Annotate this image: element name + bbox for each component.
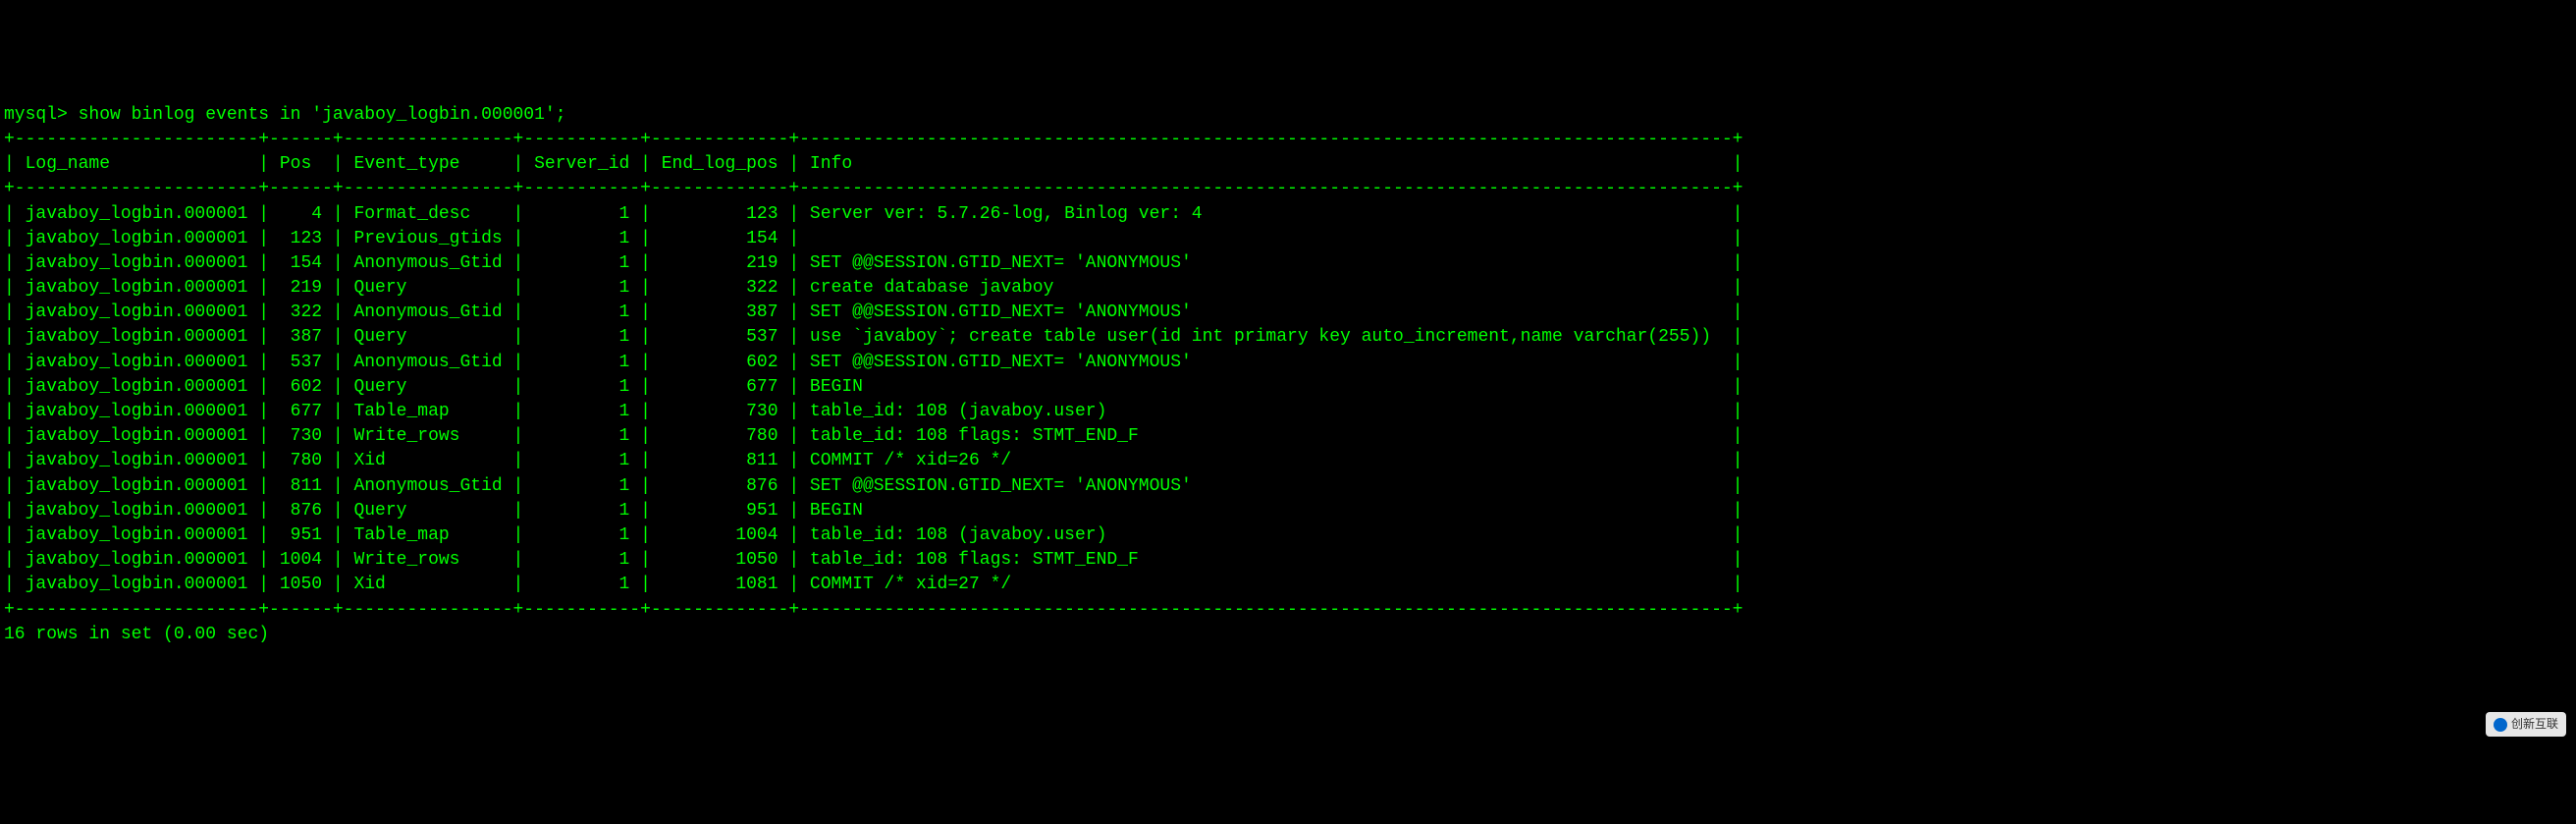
table-border-top: +-----------------------+------+--------… bbox=[4, 130, 1744, 149]
table-border-mid: +-----------------------+------+--------… bbox=[4, 179, 1744, 198]
watermark-icon bbox=[2494, 718, 2507, 732]
mysql-prompt: mysql> bbox=[4, 105, 68, 125]
terminal-output: mysql> show binlog events in 'javaboy_lo… bbox=[4, 103, 2576, 647]
watermark-text: 创新互联 bbox=[2511, 717, 2558, 731]
table-body: | javaboy_logbin.000001 | 4 | Format_des… bbox=[4, 204, 1744, 595]
watermark-badge: 创新互联 bbox=[2486, 712, 2566, 737]
table-border-bottom: +-----------------------+------+--------… bbox=[4, 600, 1744, 620]
result-footer: 16 rows in set (0.00 sec) bbox=[4, 625, 269, 644]
sql-command: show binlog events in 'javaboy_logbin.00… bbox=[79, 105, 566, 125]
table-header-row: | Log_name | Pos | Event_type | Server_i… bbox=[4, 154, 1744, 174]
